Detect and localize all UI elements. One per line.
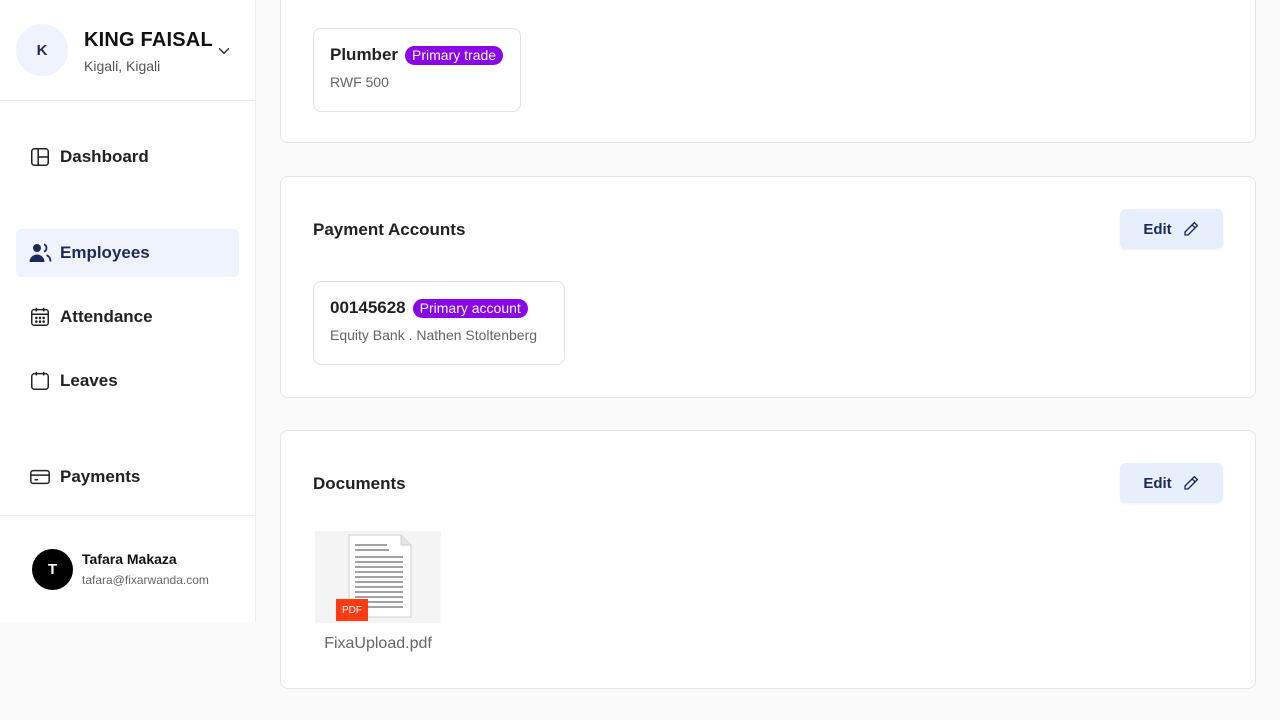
sidebar-item-leaves[interactable]: Leaves [16, 357, 239, 405]
users-icon [28, 241, 52, 265]
sidebar: K KING FAISAL Kigali, Kigali Dashboard E… [0, 0, 256, 622]
section-title: Payment Accounts [313, 220, 466, 239]
pdf-type-label: PDF [342, 604, 362, 616]
document-name: FixaUpload.pdf [324, 635, 432, 652]
sidebar-item-label: Employees [60, 243, 150, 262]
pdf-file-icon: PDF [315, 531, 441, 623]
user-email: tafara@fixarwanda.com [82, 573, 209, 587]
section-title: Documents [313, 474, 406, 493]
edit-label: Edit [1143, 220, 1172, 238]
calendar-icon [28, 305, 52, 329]
org-switcher[interactable]: K KING FAISAL Kigali, Kigali [0, 0, 255, 101]
sidebar-item-employees[interactable]: Employees [16, 229, 239, 277]
dashboard-icon [28, 145, 52, 169]
avatar: T [32, 549, 73, 590]
edit-documents-button[interactable]: Edit [1120, 463, 1223, 503]
sidebar-item-attendance[interactable]: Attendance [16, 293, 239, 341]
document-file[interactable]: PDF FixaUpload.pdf [313, 531, 443, 653]
trade-item: Plumber Primary trade RWF 500 [313, 28, 521, 112]
account-details: Equity Bank . Nathen Stoltenberg [330, 327, 538, 343]
account-number: 00145628 [330, 298, 406, 317]
trade-name: Plumber [330, 45, 399, 64]
leaves-icon [28, 369, 52, 393]
credit-card-icon [28, 465, 52, 489]
payment-account-item: 00145628 Primary account Equity Bank . N… [313, 281, 565, 365]
primary-trade-badge: Primary trade [405, 45, 504, 65]
sidebar-item-label: Attendance [60, 307, 153, 326]
chevron-down-icon[interactable] [215, 42, 233, 60]
documents-card: Documents Edit PDF FixaUpload.pdf [280, 430, 1256, 689]
sidebar-item-label: Payments [60, 467, 141, 486]
pencil-icon [1182, 220, 1200, 238]
sidebar-item-label: Leaves [60, 371, 118, 390]
user-profile[interactable]: T Tafara Makaza tafara@fixarwanda.com [0, 515, 255, 622]
sidebar-item-payments[interactable]: Payments [16, 453, 239, 501]
user-name: Tafara Makaza [82, 551, 177, 567]
trades-card: Plumber Primary trade RWF 500 [280, 0, 1256, 143]
pencil-icon [1182, 474, 1200, 492]
sidebar-item-dashboard[interactable]: Dashboard [16, 133, 239, 181]
edit-payment-accounts-button[interactable]: Edit [1120, 209, 1223, 249]
org-avatar: K [16, 24, 68, 76]
sidebar-item-label: Dashboard [60, 147, 149, 166]
trade-rate: RWF 500 [330, 74, 389, 90]
primary-account-badge: Primary account [412, 298, 528, 318]
edit-label: Edit [1143, 474, 1172, 492]
payment-accounts-card: Payment Accounts Edit 00145628 Primary a… [280, 176, 1256, 398]
org-location: Kigali, Kigali [84, 58, 161, 74]
org-name: KING FAISAL [84, 29, 213, 51]
